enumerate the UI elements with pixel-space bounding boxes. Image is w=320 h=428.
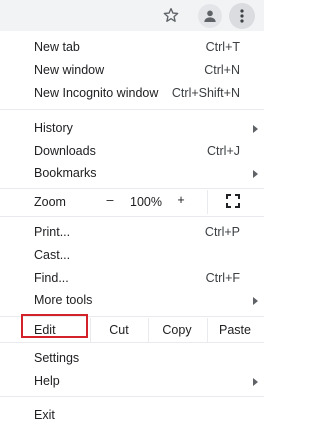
fullscreen-icon[interactable] <box>226 194 240 208</box>
submenu-arrow-icon <box>253 378 258 386</box>
menu-item-label: Exit <box>34 408 55 422</box>
submenu-arrow-icon <box>253 297 258 305</box>
menu-item-history[interactable]: History <box>0 117 264 140</box>
paste-button[interactable]: Paste <box>216 323 254 337</box>
menu-item-shortcut: Ctrl+J <box>207 144 240 158</box>
menu-divider <box>0 216 264 217</box>
menu-item-shortcut: Ctrl+T <box>205 40 240 54</box>
menu-item-new-incognito-window[interactable]: New Incognito window Ctrl+Shift+N <box>0 82 264 105</box>
menu-item-new-window[interactable]: New window Ctrl+N <box>0 59 264 82</box>
profile-icon[interactable] <box>198 4 222 28</box>
menu-item-help[interactable]: Help <box>0 370 264 393</box>
menu-item-label: New tab <box>34 40 80 54</box>
menu-item-label: Bookmarks <box>34 166 97 180</box>
menu-item-new-tab[interactable]: New tab Ctrl+T <box>0 36 264 59</box>
menu-item-shortcut: Ctrl+N <box>204 63 240 77</box>
menu-item-label: New Incognito window <box>34 86 159 100</box>
menu-item-label: More tools <box>34 293 93 307</box>
zoom-out-button[interactable]: – <box>103 193 117 207</box>
menu-item-label: New window <box>34 63 105 77</box>
submenu-arrow-icon <box>253 125 258 133</box>
zoom-in-button[interactable]: + <box>174 193 188 207</box>
menu-item-shortcut: Ctrl+Shift+N <box>171 86 240 100</box>
menu-item-label: Settings <box>34 351 80 365</box>
menu-item-find[interactable]: Find... Ctrl+F <box>0 267 264 290</box>
menu-item-label: Cast... <box>34 248 71 262</box>
copy-button[interactable]: Copy <box>160 323 194 337</box>
menu-item-print[interactable]: Print... Ctrl+P <box>0 221 264 244</box>
cut-button[interactable]: Cut <box>104 323 134 337</box>
menu-item-label: Downloads <box>34 144 96 158</box>
menu-divider <box>0 109 264 110</box>
menu-divider <box>0 396 264 397</box>
menu-item-label: History <box>34 121 73 135</box>
zoom-label: Zoom <box>34 195 66 209</box>
menu-item-settings[interactable]: Settings <box>0 347 264 370</box>
edit-divider <box>207 318 208 342</box>
browser-toolbar <box>0 0 264 31</box>
menu-divider <box>0 188 264 189</box>
zoom-divider <box>207 190 208 214</box>
browser-menu: New tab Ctrl+T New window Ctrl+N New Inc… <box>0 31 264 428</box>
menu-item-shortcut: Ctrl+P <box>204 225 240 239</box>
zoom-row: Zoom – 100% + <box>0 190 264 214</box>
menu-item-label: Find... <box>34 271 69 285</box>
edit-divider <box>90 318 91 342</box>
menu-item-shortcut: Ctrl+F <box>205 271 240 285</box>
menu-item-bookmarks[interactable]: Bookmarks <box>0 162 264 185</box>
edit-divider <box>148 318 149 342</box>
menu-item-cast[interactable]: Cast... <box>0 244 264 267</box>
zoom-level: 100% <box>130 195 162 209</box>
menu-item-more-tools[interactable]: More tools <box>0 289 264 312</box>
menu-item-label: Print... <box>34 225 71 239</box>
submenu-arrow-icon <box>253 170 258 178</box>
more-vert-icon[interactable] <box>229 3 255 29</box>
menu-item-label: Help <box>34 374 60 388</box>
settings-highlight-box <box>21 314 88 338</box>
menu-item-downloads[interactable]: Downloads Ctrl+J <box>0 140 264 163</box>
menu-divider <box>0 342 264 343</box>
menu-item-exit[interactable]: Exit <box>0 404 264 427</box>
star-icon[interactable] <box>160 4 182 26</box>
